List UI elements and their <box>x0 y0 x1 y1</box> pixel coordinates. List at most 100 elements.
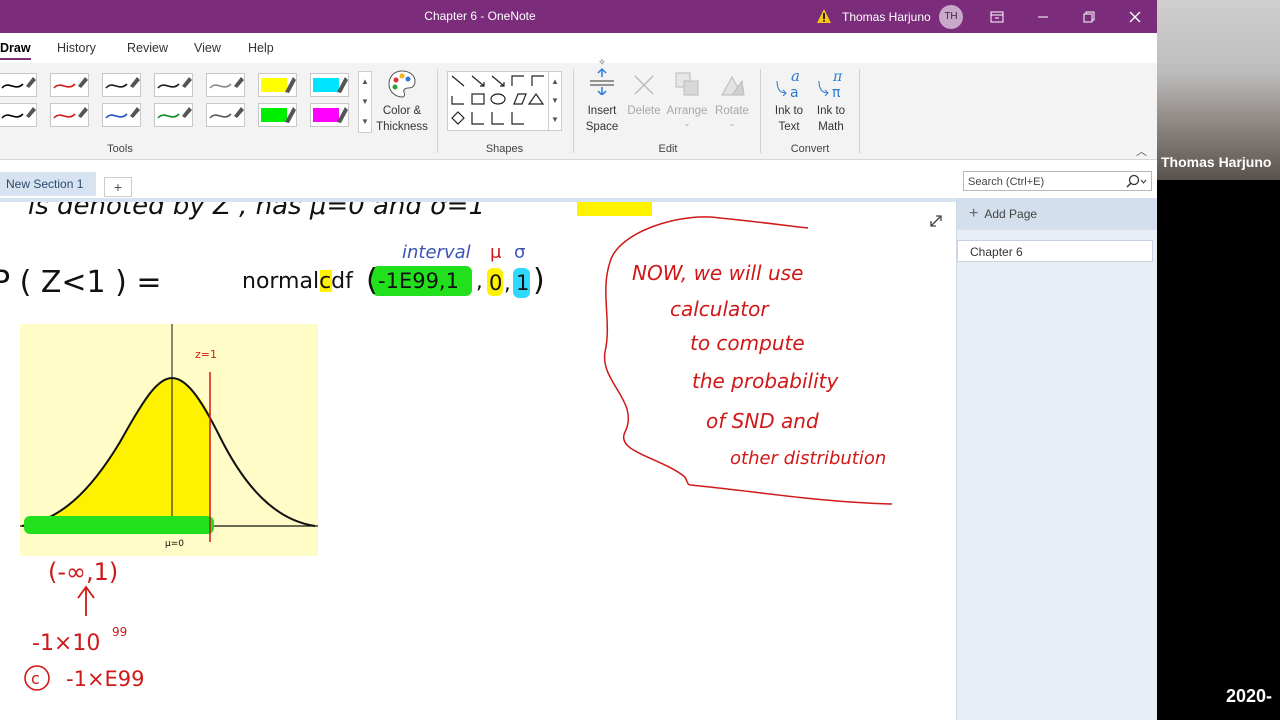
pen-swatch[interactable] <box>206 73 245 97</box>
shapes-gallery[interactable] <box>447 71 549 131</box>
comma: , <box>476 269 483 293</box>
arrange-dropdown-icon: ⌄ <box>683 119 691 128</box>
ink-to-text-button[interactable]: a a Ink to Text <box>768 67 810 137</box>
note-line: NOW, we will use <box>632 261 803 285</box>
arrange-button[interactable]: Arrange ⌄ <box>664 69 710 139</box>
graph-z-label: z=1 <box>195 348 217 361</box>
tab-help[interactable]: Help <box>248 41 274 55</box>
tab-review[interactable]: Review <box>127 41 168 55</box>
webcam-date-label: 2020- <box>1226 686 1273 706</box>
ink-to-text-label-1: Ink to <box>774 105 804 117</box>
svg-text:a: a <box>791 67 800 85</box>
annotation-interval: interval <box>402 242 471 263</box>
interval-text: (-∞,1) <box>48 558 118 586</box>
webcam-name-label: Thomas Harjuno <box>1161 154 1272 170</box>
warning-icon[interactable] <box>816 8 832 24</box>
rotate-icon <box>721 75 745 96</box>
note-line: calculator <box>670 297 770 321</box>
insert-space-label-2: Space <box>585 121 619 133</box>
ink-to-math-label-1: Ink to <box>816 105 846 117</box>
arrange-label: Arrange <box>666 105 708 117</box>
palette-icon <box>388 70 416 98</box>
pen-swatch[interactable] <box>258 73 297 97</box>
pen-swatch[interactable] <box>50 73 89 97</box>
formula-left: P ( Z<1 ) = <box>0 265 162 300</box>
pen-swatch[interactable] <box>102 103 141 127</box>
insert-space-label-1: Insert <box>587 105 617 117</box>
tools-group-label: Tools <box>107 143 133 155</box>
svg-text:a: a <box>790 85 799 99</box>
note-line: of SND and <box>706 409 819 433</box>
svg-text:π: π <box>832 69 843 85</box>
edit-group-label: Edit <box>658 143 678 155</box>
ink-to-text-label-2: Text <box>778 121 800 133</box>
search-icon[interactable] <box>1124 174 1148 188</box>
pen-swatch[interactable] <box>102 73 141 97</box>
pen-swatch[interactable] <box>310 73 349 97</box>
close-button[interactable] <box>1112 0 1158 33</box>
color-thickness-label-1: Color & <box>382 105 422 117</box>
tab-draw[interactable]: Draw <box>0 41 31 60</box>
shapes-gallery-scroll[interactable]: ▲ ▼ ▼ <box>548 71 562 131</box>
avatar[interactable]: TH <box>939 5 963 29</box>
pen-swatch[interactable] <box>310 103 349 127</box>
insert-space-button[interactable]: ✧ Insert Space <box>580 55 624 135</box>
expand-icon[interactable] <box>930 215 942 227</box>
add-page-label: Add Page <box>984 207 1038 221</box>
rotate-button[interactable]: Rotate ⌄ <box>710 69 754 139</box>
account-name[interactable]: Thomas Harjuno <box>842 10 931 24</box>
pen-swatch[interactable] <box>0 73 37 97</box>
minus-exp-power: 99 <box>112 625 127 639</box>
minus-exp-text: -1×10 <box>32 631 100 656</box>
arrange-icon <box>675 72 699 96</box>
webcam-video <box>1157 0 1280 180</box>
title-bar: Chapter 6 - OneNote Thomas Harjuno TH <box>0 0 1157 33</box>
pen-swatch[interactable] <box>258 103 297 127</box>
add-section-button[interactable]: + <box>104 177 132 197</box>
pen-swatch[interactable] <box>154 73 193 97</box>
pen-swatch[interactable] <box>206 103 245 127</box>
separator <box>859 69 860 153</box>
svg-text:π: π <box>832 85 841 99</box>
delete-label: Delete <box>627 105 661 117</box>
tab-history[interactable]: History <box>57 41 96 55</box>
pen-swatch[interactable] <box>0 103 37 127</box>
ribbon-display-button[interactable] <box>974 0 1020 33</box>
color-thickness-button[interactable]: Color & Thickness <box>372 69 432 139</box>
normal-curve-graph: z=1 μ=0 <box>20 324 318 556</box>
tab-view[interactable]: View <box>194 41 221 55</box>
comma: , <box>504 271 511 295</box>
restore-icon <box>1083 11 1095 22</box>
restore-button[interactable] <box>1066 0 1112 33</box>
pen-swatch[interactable] <box>50 103 89 127</box>
section-bar: New Section 1 + Search (Ctrl+E) <box>0 160 1157 200</box>
minimize-icon <box>1038 16 1048 17</box>
formula-arg-interval: -1E99,1 <box>378 269 459 293</box>
pen-swatch[interactable] <box>154 103 193 127</box>
annotation-sigma: σ <box>514 242 525 263</box>
shapes-icons <box>451 75 545 125</box>
insert-space-icon: ✧ <box>590 57 614 95</box>
delete-button[interactable]: Delete <box>624 69 664 129</box>
rotate-label: Rotate <box>715 105 749 117</box>
ink-to-math-button[interactable]: π π Ink to Math <box>810 67 852 137</box>
formula-arg-sigma: 1 <box>516 271 529 295</box>
ink-to-text-icon: a a <box>776 67 800 99</box>
shapes-group-label: Shapes <box>485 143 524 155</box>
ink-layer: is denoted by Z , has μ=0 and σ=1 P ( Z<… <box>0 202 942 691</box>
page-item[interactable]: Chapter 6 <box>957 240 1153 262</box>
plus-icon: + <box>969 205 979 222</box>
add-page-button[interactable]: + Add Page <box>957 198 1158 230</box>
sigma-highlight <box>577 202 652 216</box>
color-thickness-label-2: Thickness <box>376 121 428 133</box>
open-paren: ( <box>366 263 378 298</box>
formula-arg-mu: 0 <box>489 271 502 295</box>
minimize-button[interactable] <box>1020 0 1066 33</box>
separator <box>437 69 438 153</box>
collapse-ribbon-icon[interactable]: ︿ <box>1136 143 1147 159</box>
note-canvas[interactable]: is denoted by Z , has μ=0 and σ=1 P ( Z<… <box>0 202 956 720</box>
pen-gallery-scroll[interactable]: ▲ ▼ ▼ <box>358 71 372 133</box>
separator <box>760 69 761 153</box>
rotate-dropdown-icon: ⌄ <box>728 119 736 128</box>
section-tab[interactable]: New Section 1 <box>0 172 96 196</box>
